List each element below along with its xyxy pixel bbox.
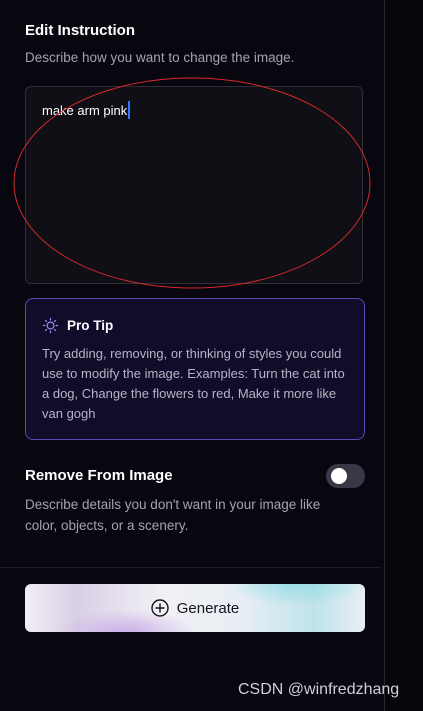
generate-button[interactable]: Generate bbox=[25, 584, 365, 632]
pro-tip-card: Pro Tip Try adding, removing, or thinkin… bbox=[25, 298, 365, 440]
edit-instruction-input[interactable]: make arm pink bbox=[25, 86, 363, 284]
pro-tip-title: Pro Tip bbox=[67, 318, 114, 333]
text-caret bbox=[128, 101, 131, 119]
remove-from-image-toggle[interactable] bbox=[326, 464, 365, 488]
lightbulb-icon bbox=[42, 317, 59, 334]
edit-instruction-description: Describe how you want to change the imag… bbox=[25, 50, 295, 65]
remove-from-image-title: Remove From Image bbox=[25, 467, 173, 484]
remove-from-image-description: Describe details you don't want in your … bbox=[25, 497, 321, 533]
watermark-text: CSDN @winfredzhang bbox=[238, 681, 400, 698]
plus-circle-icon bbox=[151, 599, 169, 617]
toggle-knob bbox=[331, 468, 347, 484]
edit-instruction-title: Edit Instruction bbox=[25, 22, 135, 39]
edit-instruction-value: make arm pink bbox=[42, 101, 131, 119]
edit-panel: Edit Instruction Describe how you want t… bbox=[0, 0, 385, 711]
generate-label: Generate bbox=[176, 599, 240, 617]
pro-tip-header: Pro Tip bbox=[42, 317, 113, 334]
pro-tip-body: Try adding, removing, or thinking of sty… bbox=[42, 346, 345, 421]
section-divider bbox=[0, 567, 381, 568]
